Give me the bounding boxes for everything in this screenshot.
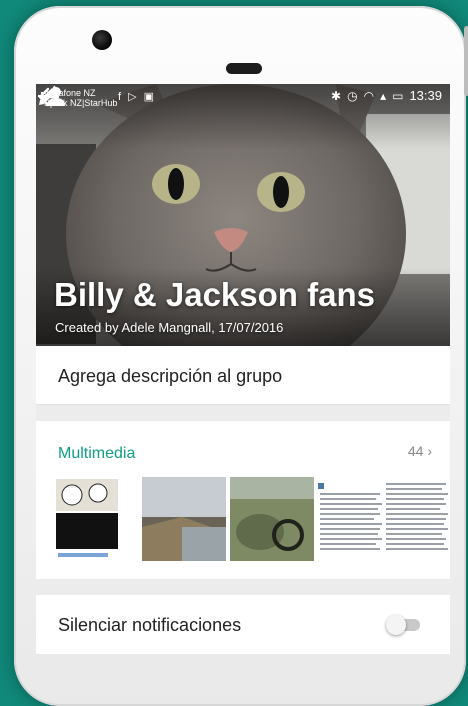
side-button (464, 26, 468, 96)
edit-pencil-icon[interactable] (36, 84, 60, 108)
clock: 13:39 (409, 88, 442, 103)
facebook-icon: f (118, 91, 124, 103)
toggle-knob (386, 615, 406, 635)
media-section-title[interactable]: Multimedia (58, 445, 135, 463)
earpiece-speaker (226, 63, 262, 74)
media-thumbnail-rocks[interactable] (230, 477, 314, 561)
mute-notifications-toggle[interactable] (386, 613, 422, 635)
section-divider (36, 405, 450, 421)
group-name: Billy & Jackson fans (54, 276, 375, 313)
group-description-row[interactable]: Agrega descripción al grupo (36, 346, 450, 405)
media-section: Multimedia 44 › (36, 421, 450, 579)
media-thumbnail-harbor[interactable] (142, 477, 226, 561)
group-created-info: Created by Adele Mangnall, 17/07/2016 (55, 320, 284, 335)
battery-icon: ▭ (392, 89, 404, 103)
mute-notifications-label: Silenciar notificaciones (58, 615, 242, 635)
section-divider (36, 579, 450, 595)
chevron-right-icon: › (427, 443, 432, 459)
bluetooth-icon: ✱ (331, 89, 342, 103)
front-camera (92, 30, 112, 50)
alarm-icon: ◷ (347, 89, 358, 103)
wifi-icon: ◠ (363, 89, 375, 103)
signal-icon: ▴ (380, 89, 387, 103)
notification-icons: f ▷ ▣ (118, 91, 157, 103)
app-screen: vodafone NZ Spark NZ|StarHub f ▷ ▣ ✱ ◷ ◠… (36, 84, 450, 654)
cast-icon: ▷ (128, 91, 139, 103)
status-bar: vodafone NZ Spark NZ|StarHub f ▷ ▣ ✱ ◷ ◠… (36, 84, 450, 112)
mute-notifications-row[interactable]: Silenciar notificaciones (36, 595, 450, 654)
image-icon: ▣ (143, 91, 157, 103)
system-status: ✱ ◷ ◠ ▴ ▭ 13:39 (331, 88, 442, 103)
media-thumbnail-comic[interactable] (54, 477, 120, 561)
media-thumbnail-article[interactable] (316, 477, 450, 561)
group-photo-header: vodafone NZ Spark NZ|StarHub f ▷ ▣ ✱ ◷ ◠… (36, 84, 450, 346)
media-count-value: 44 (407, 443, 424, 459)
media-count[interactable]: 44 › (408, 443, 432, 459)
add-description-label: Agrega descripción al grupo (58, 366, 283, 386)
